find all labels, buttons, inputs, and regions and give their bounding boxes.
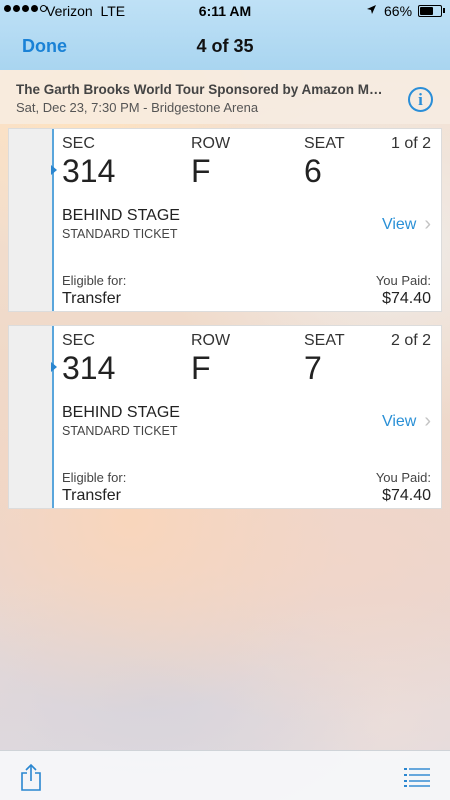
seat-label: SEAT — [304, 135, 345, 152]
eligible-label: Eligible for: — [62, 273, 127, 288]
event-header: The Garth Brooks World Tour Sponsored by… — [0, 70, 450, 124]
section-name: BEHIND STAGE — [62, 404, 180, 421]
sec-value: 314 — [62, 350, 116, 386]
view-label: View — [381, 412, 417, 430]
stub-notch — [51, 362, 57, 372]
ticket-card[interactable]: SEC 314 ROW F SEAT 6 1 of 2 BEHIND STAGE… — [8, 128, 442, 312]
ticket-stub — [9, 326, 54, 508]
sec-label: SEC — [62, 135, 95, 152]
status-time: 6:11 AM — [198, 3, 252, 19]
sec-value: 314 — [62, 153, 116, 189]
event-subtitle: Sat, Dec 23, 7:30 PM - Bridgestone Arena — [16, 100, 259, 115]
row-value: F — [191, 350, 211, 386]
chevron-right-icon: › — [424, 213, 431, 235]
row-value: F — [191, 153, 211, 189]
view-button[interactable]: View › — [382, 213, 431, 236]
view-label: View — [381, 215, 417, 233]
row-label: ROW — [191, 135, 231, 152]
ticket-card[interactable]: SEC 314 ROW F SEAT 7 2 of 2 BEHIND STAGE… — [8, 325, 442, 509]
paid-label: You Paid: — [375, 273, 431, 288]
ticket-count: 2 of 2 — [390, 332, 431, 349]
view-button[interactable]: View › — [382, 410, 431, 433]
stub-notch — [51, 165, 57, 175]
sec-label: SEC — [62, 332, 95, 349]
seat-label: SEAT — [304, 332, 345, 349]
ticket-type: STANDARD TICKET — [62, 227, 178, 241]
page-title: 4 of 35 — [196, 36, 254, 56]
paid-value: $74.40 — [382, 487, 431, 504]
eligible-label: Eligible for: — [62, 470, 127, 485]
eligible-value: Transfer — [62, 290, 121, 307]
seat-value: 7 — [304, 350, 322, 386]
bottom-toolbar — [0, 750, 450, 800]
top-bar: Verizon LTE 6:11 AM 66% Done 4 of 35 — [0, 0, 450, 70]
seat-value: 6 — [304, 153, 322, 189]
paid-value: $74.40 — [382, 290, 431, 307]
row-label: ROW — [191, 332, 231, 349]
share-icon[interactable] — [18, 763, 44, 791]
status-bar: Verizon LTE 6:11 AM 66% — [0, 0, 450, 22]
paid-label: You Paid: — [375, 470, 431, 485]
section-name: BEHIND STAGE — [62, 207, 180, 224]
battery-icon — [418, 5, 442, 17]
ticket-stub — [9, 129, 54, 311]
list-icon[interactable] — [404, 767, 430, 787]
chevron-right-icon: › — [424, 410, 431, 432]
ticket-type: STANDARD TICKET — [62, 424, 178, 438]
battery-percent: 66% — [384, 3, 413, 19]
location-arrow-icon — [366, 4, 377, 18]
ticket-count: 1 of 2 — [390, 135, 431, 152]
info-icon[interactable]: i — [408, 87, 433, 112]
event-title: The Garth Brooks World Tour Sponsored by… — [16, 82, 386, 97]
nav-bar: Done 4 of 35 — [0, 22, 450, 70]
eligible-value: Transfer — [62, 487, 121, 504]
battery-tip — [443, 8, 445, 13]
